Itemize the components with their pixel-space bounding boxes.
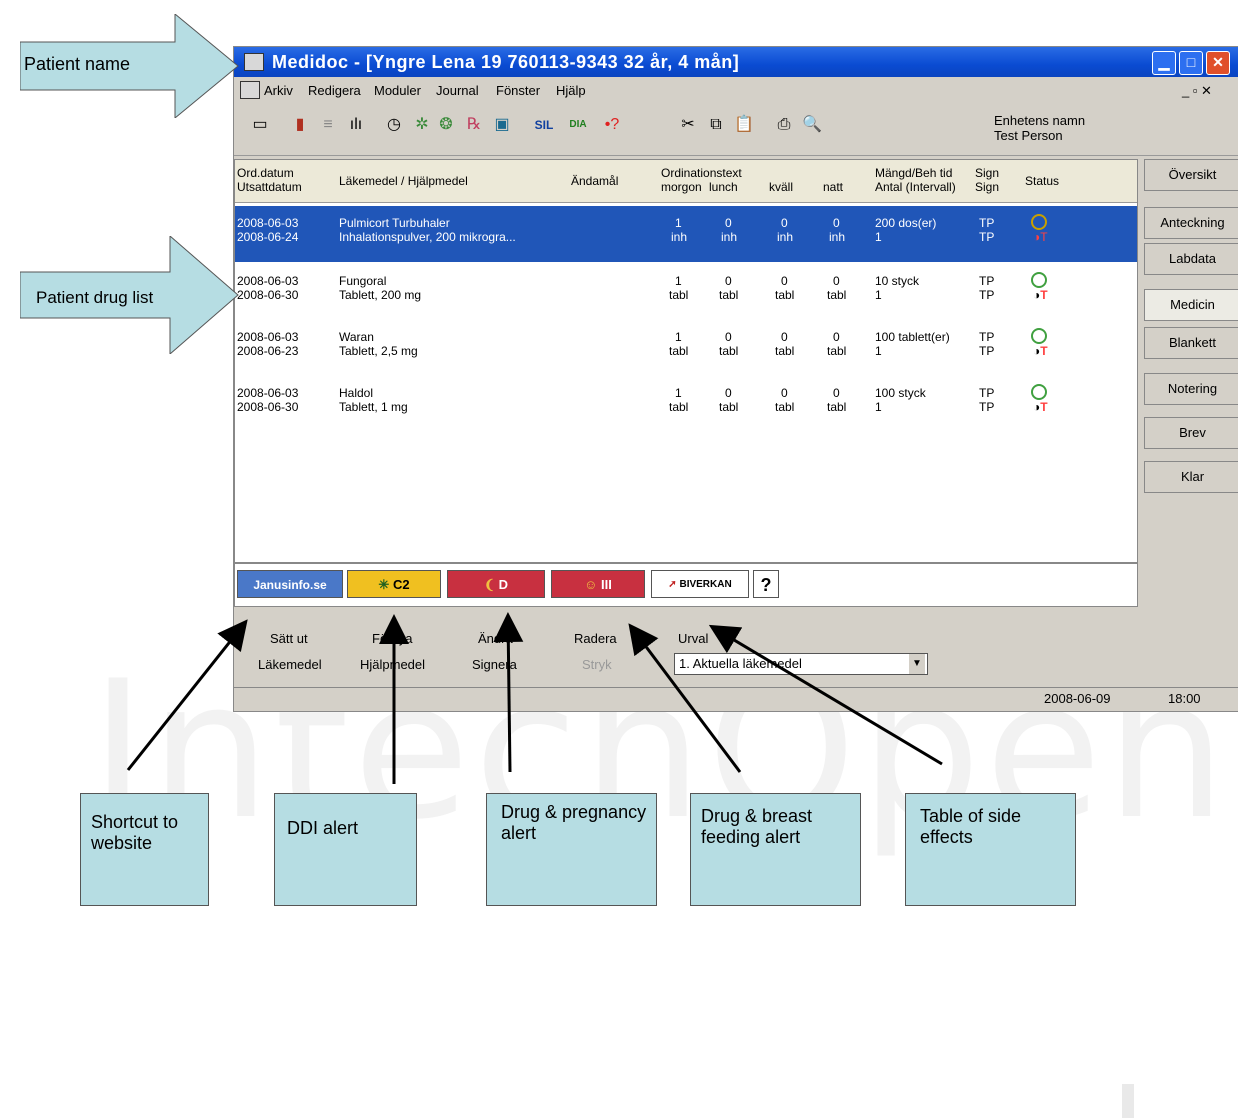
arrow-to-janusinfo: [126, 619, 248, 771]
alert-scrollbar[interactable]: [1122, 1084, 1134, 1118]
arrow-to-side-effects: [708, 624, 943, 766]
arrow-to-pregnancy: [493, 612, 524, 773]
arrow-to-breastfeeding: [628, 623, 742, 773]
callout-arrows: [126, 612, 943, 784]
